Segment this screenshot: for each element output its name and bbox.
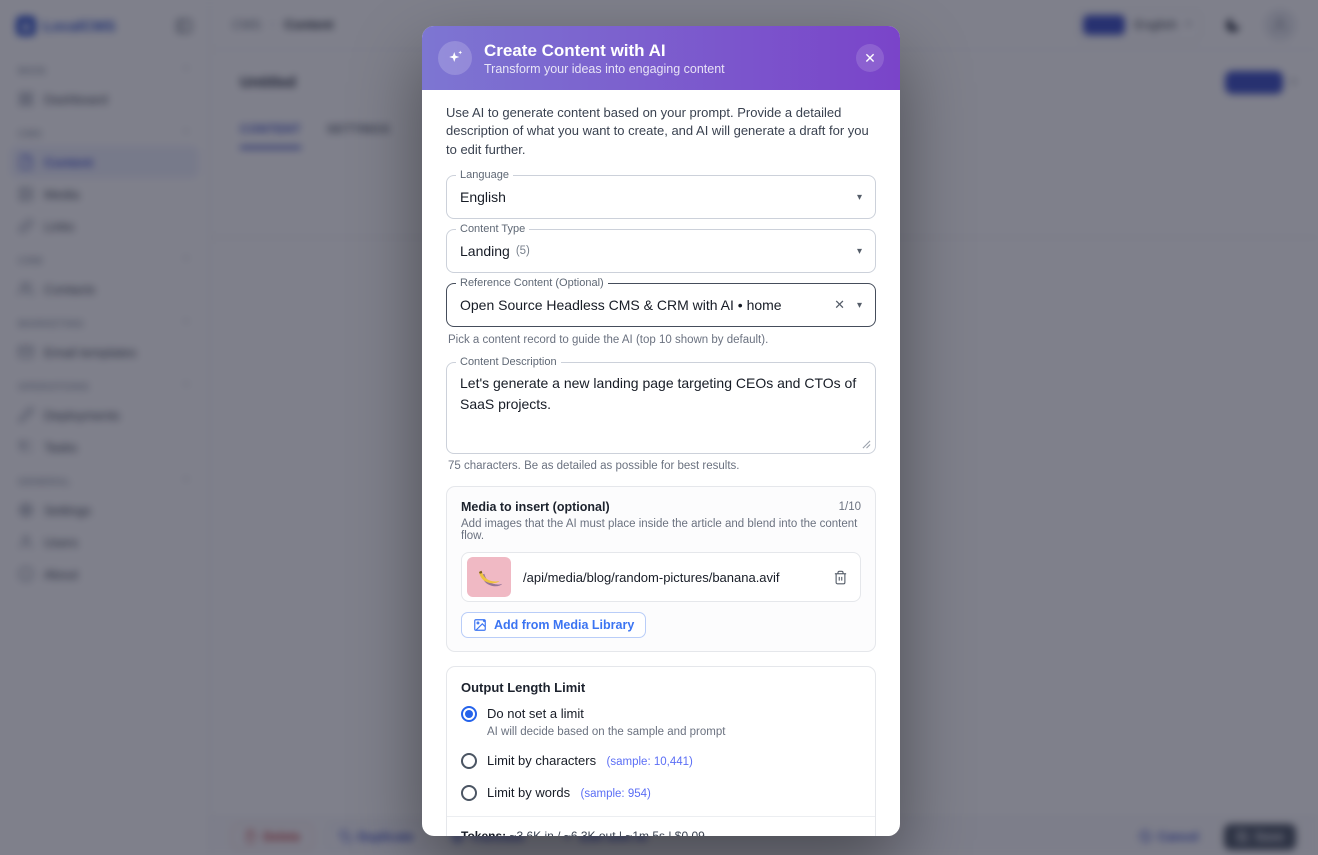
media-counter: 1/10 — [839, 501, 861, 513]
delete-media-button[interactable] — [833, 570, 848, 585]
add-from-media-library-button[interactable]: Add from Media Library — [461, 612, 646, 638]
content-description-field[interactable]: Content Description Let's generate a new… — [446, 362, 876, 454]
words-sample: (sample: 954) — [581, 788, 651, 800]
modal-subtitle: Transform your ideas into engaging conte… — [484, 62, 725, 76]
output-length-title: Output Length Limit — [461, 680, 861, 695]
content-type-value: Landing — [460, 243, 510, 259]
image-plus-icon — [473, 618, 487, 632]
description-helper: 75 characters. Be as detailed as possibl… — [448, 460, 876, 472]
reference-value: Open Source Headless CMS & CRM with AI •… — [460, 297, 782, 313]
limit-option-characters[interactable]: Limit by characters (sample: 10,441) — [461, 752, 861, 770]
media-item-row: /api/media/blog/random-pictures/banana.a… — [461, 552, 861, 602]
tokens-estimate: Tokens: ~3.6K in / ~6.3K out | ~1m 5s | … — [461, 817, 861, 836]
chevron-down-icon[interactable]: ▾ — [857, 300, 862, 311]
reference-helper: Pick a content record to guide the AI (t… — [448, 334, 876, 346]
media-section: Media to insert (optional) 1/10 Add imag… — [446, 486, 876, 652]
banana-image — [472, 562, 506, 592]
output-length-section: Output Length Limit Do not set a limit A… — [446, 666, 876, 836]
clear-icon[interactable]: ✕ — [834, 297, 845, 313]
media-section-title: Media to insert (optional) — [461, 500, 610, 514]
radio-icon[interactable] — [461, 785, 477, 801]
language-field-label: Language — [456, 169, 513, 181]
reference-content-select[interactable]: Reference Content (Optional) Open Source… — [446, 283, 876, 327]
sparkles-icon — [446, 49, 464, 67]
content-type-count: (5) — [516, 245, 530, 257]
trash-icon — [833, 570, 848, 585]
content-type-field-label: Content Type — [456, 223, 529, 235]
language-value: English — [460, 189, 506, 205]
media-section-description: Add images that the AI must place inside… — [461, 518, 861, 542]
create-content-modal: Create Content with AI Transform your id… — [422, 26, 900, 836]
close-icon: ✕ — [864, 50, 876, 67]
limit-none-subtext: AI will decide based on the sample and p… — [487, 726, 725, 738]
reference-field-label: Reference Content (Optional) — [456, 277, 608, 289]
media-thumbnail — [467, 557, 511, 597]
media-path: /api/media/blog/random-pictures/banana.a… — [523, 570, 821, 585]
limit-option-words[interactable]: Limit by words (sample: 954) — [461, 784, 861, 802]
modal-body: Use AI to generate content based on your… — [422, 90, 900, 836]
characters-sample: (sample: 10,441) — [607, 756, 693, 768]
chevron-down-icon[interactable]: ▾ — [857, 246, 862, 257]
chevron-down-icon[interactable]: ▾ — [857, 192, 862, 203]
radio-selected-icon[interactable] — [461, 706, 477, 722]
sparkles-badge — [438, 41, 472, 75]
modal-intro: Use AI to generate content based on your… — [446, 104, 876, 159]
content-type-select[interactable]: Content Type Landing (5) ▾ — [446, 229, 876, 273]
description-field-label: Content Description — [456, 356, 561, 368]
close-button[interactable]: ✕ — [856, 44, 884, 72]
limit-option-none[interactable]: Do not set a limit AI will decide based … — [461, 705, 861, 738]
content-description-input[interactable]: Let's generate a new landing page target… — [460, 373, 862, 443]
resize-handle-icon[interactable] — [862, 440, 871, 449]
modal-title: Create Content with AI — [484, 40, 725, 61]
radio-icon[interactable] — [461, 753, 477, 769]
modal-header: Create Content with AI Transform your id… — [422, 26, 900, 90]
language-select[interactable]: Language English ▾ — [446, 175, 876, 219]
